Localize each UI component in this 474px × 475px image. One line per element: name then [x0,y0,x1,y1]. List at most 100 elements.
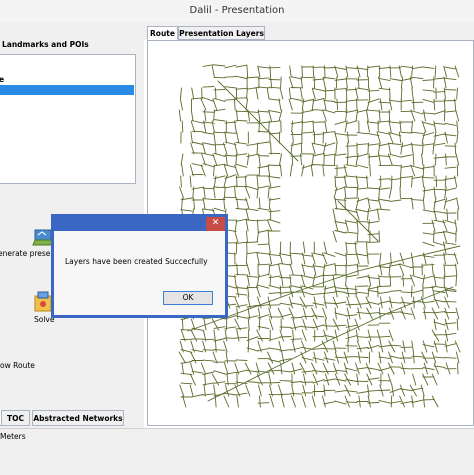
landmarks-list[interactable]: e [0,54,136,184]
road-segment [457,319,458,330]
road-segment [455,341,460,352]
road-segment [302,371,313,372]
road-segment [258,208,269,210]
road-segment [368,390,379,391]
road-segment [325,121,327,132]
road-segment [346,275,347,286]
road-segment [247,264,250,275]
road-segment [216,341,217,352]
road-segment [455,143,456,154]
road-segment [258,131,269,132]
road-segment [421,385,424,396]
list-item[interactable]: e [0,75,4,84]
road-segment [236,242,247,243]
road-segment [401,165,402,176]
road-segment [302,99,304,110]
road-segment [399,132,401,143]
road-segment [445,123,456,125]
road-segment [192,142,203,145]
road-segment [268,187,269,198]
road-segment [346,304,357,305]
road-segment [445,308,449,319]
road-segment [379,199,390,201]
road-segment [302,121,303,132]
solve-icon[interactable] [33,290,53,312]
show-route-label[interactable]: ow Route [0,361,35,370]
road-segment [400,121,401,132]
tab-toc[interactable]: TOC [1,410,30,426]
road-segment [346,110,357,112]
road-segment [280,264,291,265]
tab-abstracted-networks[interactable]: Abstracted Networks [32,410,124,426]
road-segment [268,341,328,371]
road-segment [424,110,426,121]
road-segment [403,275,404,286]
road-segment [181,154,183,165]
list-item-selected[interactable] [0,85,134,95]
road-segment [346,275,357,277]
road-segment [237,330,239,341]
road-segment [358,77,359,88]
road-segment [457,88,458,99]
road-segment [412,176,413,187]
road-segment [268,165,270,176]
road-segment [268,297,270,308]
road-segment [445,243,456,245]
ok-button[interactable]: OK [163,291,213,305]
road-segment [447,209,448,220]
road-segment [434,209,436,220]
road-segment [312,363,318,374]
road-segment [346,315,357,316]
close-icon[interactable]: ✕ [206,217,225,231]
road-segment [225,77,236,78]
road-segment [258,264,269,265]
road-segment [434,341,437,352]
road-segment [313,266,324,268]
road-segment [313,165,324,166]
road-segment [401,77,402,88]
road-segment [412,388,423,390]
tab-route[interactable]: Route [147,26,178,40]
road-segment [236,360,247,361]
road-segment [258,274,269,277]
road-segment [192,131,203,132]
road-segment [280,154,282,165]
road-segment [334,187,337,198]
road-segment [225,330,227,341]
road-segment [369,275,371,286]
road-segment [423,341,427,352]
road-segment [246,220,248,231]
road-segment [225,87,236,88]
road-segment [388,374,392,385]
road-segment [333,275,335,286]
road-segment [368,368,379,370]
message-dialog: ✕ Layers have been created Succecfully O… [51,214,228,318]
road-segment [313,358,324,360]
road-segment [191,110,193,121]
road-segment [304,374,306,385]
road-segment [257,176,258,187]
tab-presentation-layers[interactable]: Presentation Layers [178,26,265,40]
road-segment [258,111,269,112]
road-segment [259,198,260,209]
road-segment [235,99,236,110]
dialog-titlebar[interactable] [54,217,225,231]
road-segment [388,154,392,165]
road-segment [214,371,225,374]
road-segment [347,319,349,330]
road-segment [401,368,412,369]
road-segment [335,121,346,124]
road-segment [335,330,337,341]
road-segment [258,142,269,144]
road-segment [324,358,335,360]
road-segment [325,319,327,330]
road-segment [269,121,270,132]
road-segment [312,396,315,407]
road-segment [214,208,225,211]
road-segment [224,187,225,198]
generate-presentation-label[interactable]: enerate presen [0,249,55,258]
road-segment [333,231,336,242]
road-segment [434,363,438,374]
road-segment [213,154,217,165]
road-segment [280,165,281,176]
